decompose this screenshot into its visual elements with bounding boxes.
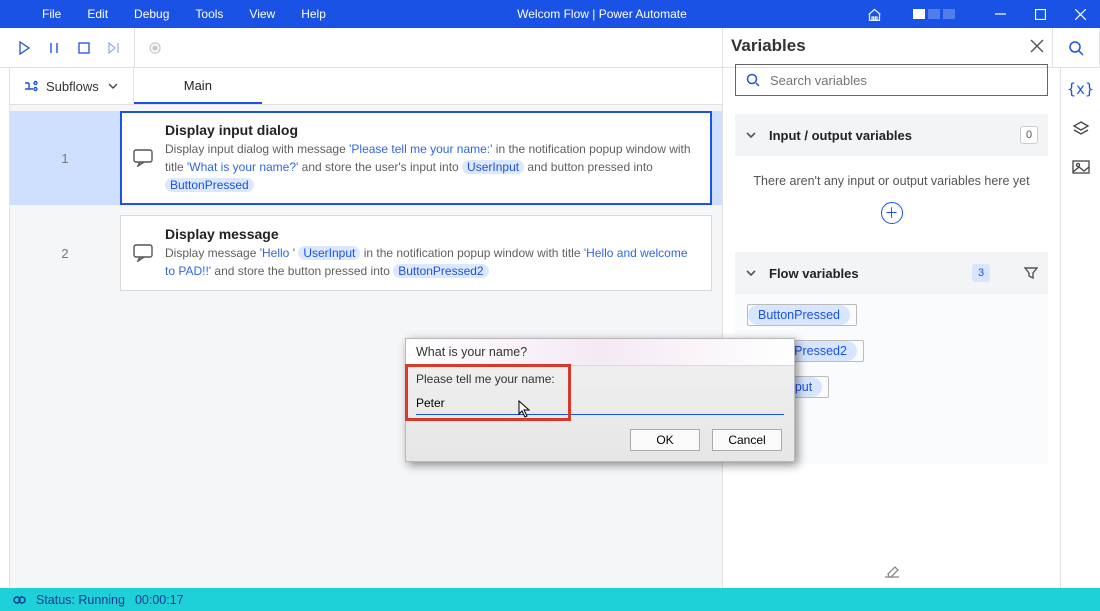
close-panel-button[interactable] (1030, 39, 1044, 53)
cursor-icon (518, 400, 532, 418)
action-row[interactable]: 1 Display input dialog Display input dia… (10, 111, 722, 205)
dialog-input[interactable] (416, 392, 784, 415)
menu-debug[interactable]: Debug (122, 3, 181, 25)
pause-button[interactable] (40, 28, 68, 68)
tab-main[interactable]: Main (134, 68, 262, 104)
image-icon[interactable] (1072, 160, 1090, 175)
app-icon[interactable] (866, 7, 883, 22)
action-description: Display message 'Hello ' UserInput in th… (165, 244, 699, 280)
variable-chip: UserInput (298, 246, 360, 260)
message-icon (133, 226, 153, 280)
menu-file[interactable]: File (30, 3, 73, 25)
action-title: Display message (165, 226, 699, 242)
action-row[interactable]: 2 Display message Display message 'Hello… (10, 215, 722, 291)
run-indicator-icon (12, 593, 26, 607)
menu-tools[interactable]: Tools (183, 3, 235, 25)
actions-gutter (0, 68, 10, 588)
add-io-variable-button[interactable]: ＋ (881, 202, 903, 224)
layers-icon[interactable] (1072, 120, 1090, 138)
variables-search-input[interactable] (768, 72, 1037, 89)
window-minimize-button[interactable] (980, 0, 1020, 28)
progress-indicator (913, 9, 955, 19)
record-button[interactable] (141, 28, 169, 68)
action-card[interactable]: Display input dialog Display input dialo… (120, 111, 712, 205)
action-number: 1 (10, 111, 120, 205)
message-icon (133, 122, 153, 194)
io-variables-title: Input / output variables (769, 128, 1008, 143)
window-maximize-button[interactable] (1020, 0, 1060, 28)
search-icon (746, 73, 760, 87)
flow-variables-count: 3 (972, 264, 990, 282)
dialog-title: What is your name? (406, 339, 794, 366)
menu-bar: File Edit Debug Tools View Help (0, 3, 338, 25)
toolbar-divider (134, 28, 135, 68)
io-variables-count: 0 (1020, 126, 1038, 144)
menu-help[interactable]: Help (289, 3, 338, 25)
braces-icon[interactable]: {x} (1067, 80, 1094, 98)
chevron-down-icon (745, 129, 757, 141)
list-item[interactable]: ButtonPressed (747, 304, 857, 326)
cancel-button[interactable]: Cancel (712, 429, 782, 451)
io-variables-section[interactable]: Input / output variables 0 (735, 114, 1048, 156)
run-button[interactable] (10, 28, 38, 68)
workspace: Subflows Main 1 Display input dialog Dis… (10, 68, 722, 588)
titlebar: File Edit Debug Tools View Help Welcom F… (0, 0, 1100, 28)
action-number: 2 (10, 215, 120, 291)
window-close-button[interactable] (1060, 0, 1100, 28)
menu-view[interactable]: View (237, 3, 287, 25)
action-description: Display input dialog with message 'Pleas… (165, 140, 699, 194)
variable-chip: ButtonPressed2 (393, 264, 488, 278)
stop-button[interactable] (70, 28, 98, 68)
dialog-prompt: Please tell me your name: (416, 372, 784, 386)
variable-chip: ButtonPressed (165, 178, 254, 192)
variables-panel: Variables Input / output variables 0 The… (722, 28, 1060, 588)
subflows-dropdown[interactable]: Subflows (10, 68, 134, 104)
variable-chip: UserInput (462, 160, 524, 174)
flow-variables-section[interactable]: Flow variables 3 (735, 252, 1048, 294)
menu-edit[interactable]: Edit (75, 3, 120, 25)
chevron-down-icon (107, 80, 119, 92)
action-card[interactable]: Display message Display message 'Hello '… (120, 215, 712, 291)
chevron-down-icon (745, 267, 757, 279)
input-dialog: What is your name? Please tell me your n… (405, 338, 795, 462)
subflows-icon (24, 79, 38, 93)
subflows-label: Subflows (46, 79, 99, 94)
right-rail: {x} (1060, 68, 1100, 588)
statusbar: Status: Running 00:00:17 (0, 588, 1100, 611)
status-text: Status: Running (36, 593, 125, 607)
eraser-icon[interactable] (883, 562, 901, 578)
status-time: 00:00:17 (135, 593, 184, 607)
variables-heading: Variables (731, 36, 1030, 56)
action-title: Display input dialog (165, 122, 699, 138)
filter-icon[interactable] (1024, 266, 1038, 280)
next-step-button[interactable] (100, 28, 128, 68)
variables-search[interactable] (735, 64, 1048, 96)
ok-button[interactable]: OK (630, 429, 700, 451)
io-variables-empty: There aren't any input or output variabl… (723, 156, 1060, 196)
flow-variables-title: Flow variables (769, 266, 960, 281)
window-title: Welcom Flow | Power Automate (338, 7, 866, 21)
